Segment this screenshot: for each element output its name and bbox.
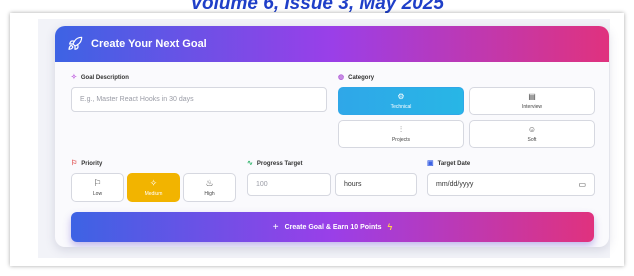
progress-unit-value: hours (344, 181, 362, 188)
progress-target-label: ∿ Progress Target (247, 160, 302, 167)
create-goal-card: Create Your Next Goal ✧ Goal Description… (55, 26, 609, 247)
trend-icon: ∿ (247, 160, 253, 167)
priority-label: ⚐ Priority (71, 160, 102, 167)
priority-option-medium[interactable]: ✧ Medium (127, 173, 180, 202)
plus-icon: + (272, 221, 279, 233)
progress-unit-select[interactable]: hours (335, 173, 417, 196)
category-option-technical[interactable]: ⚙ Technical (338, 87, 464, 115)
gear-icon: ⚙ (397, 91, 405, 101)
palette-icon: ◍ (338, 74, 345, 81)
card-title: Create Your Next Goal (91, 38, 207, 50)
create-goal-button[interactable]: + Create Goal & Earn 10 Points ϟ (71, 212, 594, 242)
create-goal-button-label: Create Goal & Earn 10 Points (284, 223, 382, 231)
progress-target-label-text: Progress Target (256, 160, 303, 167)
priority-option-label: High (204, 190, 215, 197)
flame-icon: ♨ (205, 177, 214, 188)
target-date-input[interactable]: mm/dd/yyyy ▭ (427, 173, 595, 196)
goal-description-placeholder: E.g., Master React Hooks in 30 days (80, 96, 194, 103)
flag-icon: ⚐ (93, 177, 102, 188)
progress-target-input[interactable]: 100 (247, 173, 331, 196)
category-option-label: Projects (391, 136, 411, 143)
category-option-soft[interactable]: ☺ Soft (469, 120, 595, 148)
priority-option-low[interactable]: ⚐ Low (71, 173, 124, 202)
card-header: Create Your Next Goal (55, 26, 609, 62)
rocket-icon (67, 36, 83, 52)
goal-description-label: ✧ Goal Description (71, 74, 129, 81)
category-option-label: Interview (521, 103, 542, 110)
category-option-projects[interactable]: ⫶ Projects (338, 120, 464, 148)
category-label: ◍ Category (338, 74, 374, 81)
priority-option-label: Medium (144, 190, 163, 197)
target-date-label-text: Target Date (437, 160, 471, 167)
target-date-placeholder: mm/dd/yyyy (436, 181, 474, 188)
priority-option-high[interactable]: ♨ High (183, 173, 236, 202)
lightning-icon: ϟ (387, 222, 393, 232)
calendar-icon: ▣ (427, 160, 434, 167)
category-option-label: Technical (390, 103, 412, 110)
target-date-label: ▣ Target Date (427, 160, 470, 167)
journal-header: Volume 6, Issue 3, May 2025 (190, 0, 444, 14)
category-label-text: Category (348, 74, 375, 81)
goal-description-input[interactable]: E.g., Master React Hooks in 30 days (71, 87, 327, 112)
users-icon: ☺ (527, 124, 537, 134)
sparkle-icon: ✧ (71, 74, 77, 81)
priority-label-text: Priority (81, 160, 103, 167)
category-option-interview[interactable]: ▤ Interview (469, 87, 595, 115)
flag-icon: ⚐ (71, 160, 78, 167)
category-option-label: Soft (527, 136, 537, 143)
calendar-icon: ▤ (528, 91, 536, 101)
bar-chart-icon: ⫶ (400, 124, 402, 134)
priority-option-label: Low (92, 190, 103, 197)
goal-description-label-text: Goal Description (80, 74, 129, 81)
sparkle-icon: ✧ (149, 177, 158, 188)
calendar-picker-icon[interactable]: ▭ (578, 180, 586, 189)
progress-target-placeholder: 100 (256, 181, 268, 188)
